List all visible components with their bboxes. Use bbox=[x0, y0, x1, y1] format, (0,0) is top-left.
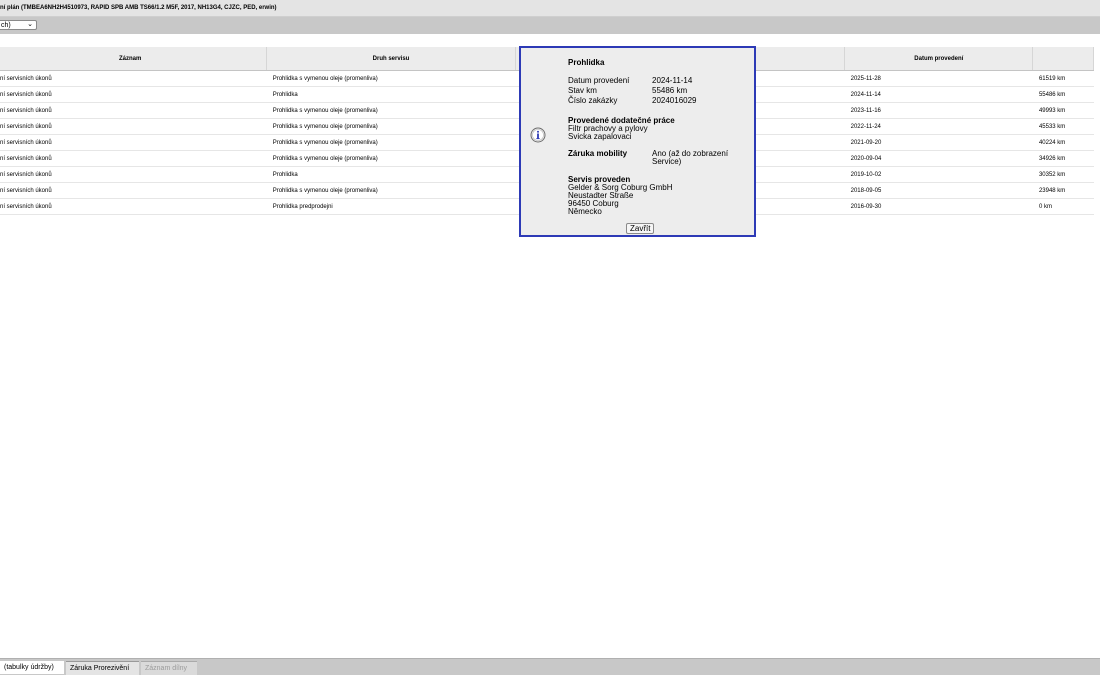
cell-km: 61519 km bbox=[1032, 70, 1094, 87]
cell-km: 45533 km bbox=[1032, 118, 1094, 135]
cell-date: 2020-09-04 bbox=[844, 150, 1033, 167]
cell-record: ní servisních úkonů bbox=[0, 86, 267, 103]
popup-title: Prohlidka bbox=[568, 58, 605, 67]
mobility-value-line2: Service) bbox=[652, 157, 682, 166]
km-label: Stav km bbox=[568, 86, 597, 95]
cell-record: ní servisních úkonů bbox=[0, 70, 267, 87]
toolbar: ch) ⌄ bbox=[0, 17, 1100, 34]
window-title: ní plán (TMBEA6NH2H4510973, RAPID SPB AM… bbox=[0, 0, 1100, 17]
extra-work-item: Svicka zapalovaci bbox=[568, 132, 632, 141]
cell-record: ní servisních úkonů bbox=[0, 134, 267, 151]
mobility-label: Záruka mobility bbox=[568, 149, 628, 158]
column-header-service-type[interactable]: Druh servisu bbox=[266, 47, 516, 71]
cell-km: 30352 km bbox=[1032, 166, 1094, 183]
order-value: 2024016029 bbox=[652, 96, 697, 105]
cell-date: 2019-10-02 bbox=[844, 166, 1033, 183]
cell-date: 2018-09-05 bbox=[844, 182, 1033, 199]
cell-service-type: Prohlidka predprodejni bbox=[266, 198, 516, 215]
info-icon bbox=[530, 127, 546, 143]
cell-record: ní servisních úkonů bbox=[0, 102, 267, 119]
cell-record: ní servisních úkonů bbox=[0, 150, 267, 167]
cell-date: 2023-11-16 bbox=[844, 102, 1033, 119]
cell-service-type: Prohlidka s vymenou oleje (promenliva) bbox=[266, 182, 516, 199]
date-value: 2024-11-14 bbox=[652, 76, 693, 85]
cell-record: ní servisních úkonů bbox=[0, 118, 267, 135]
tab-corrosion-warranty[interactable]: Záruka Prorezivění bbox=[66, 661, 140, 675]
cell-service-type: Prohlidka bbox=[266, 86, 516, 103]
close-button[interactable]: Zavřít bbox=[626, 223, 655, 234]
cell-km: 49993 km bbox=[1032, 102, 1094, 119]
km-value: 55486 km bbox=[652, 86, 688, 95]
order-label: Číslo zakázky bbox=[568, 96, 618, 105]
cell-date: 2024-11-14 bbox=[844, 86, 1033, 103]
cell-date: 2021-09-20 bbox=[844, 134, 1033, 151]
cell-date: 2016-09-30 bbox=[844, 198, 1033, 215]
cell-date: 2025-11-28 bbox=[844, 70, 1033, 87]
cell-service-type: Prohlidka s vymenou oleje (promenliva) bbox=[266, 134, 516, 151]
column-header-km[interactable] bbox=[1032, 47, 1094, 71]
column-header-record[interactable]: Záznam bbox=[0, 47, 268, 71]
cell-km: 55486 km bbox=[1032, 86, 1094, 103]
cell-km: 40224 km bbox=[1032, 134, 1094, 151]
service-line: Německo bbox=[568, 207, 602, 216]
cell-record: ní servisních úkonů bbox=[0, 182, 267, 199]
tab-maintenance-tables[interactable]: (tabulky údržby) bbox=[0, 661, 64, 674]
chevron-down-icon: ⌄ bbox=[27, 21, 33, 28]
cell-record: ní servisních úkonů bbox=[0, 166, 267, 183]
date-label: Datum provedení bbox=[568, 76, 630, 85]
cell-service-type: Prohlidka bbox=[266, 166, 516, 183]
cell-service-type: Prohlidka s vymenou oleje (promenliva) bbox=[266, 150, 516, 167]
filter-select[interactable]: ch) ⌄ bbox=[0, 20, 37, 30]
cell-record: ní servisních úkonů bbox=[0, 198, 267, 215]
column-header-date[interactable]: Datum provedení bbox=[844, 47, 1034, 71]
cell-date: 2022-11-24 bbox=[844, 118, 1033, 135]
cell-km: 0 km bbox=[1032, 198, 1094, 215]
cell-service-type: Prohlidka s vymenou oleje (promenliva) bbox=[266, 70, 516, 87]
cell-km: 34926 km bbox=[1032, 150, 1094, 167]
filter-select-value: ch) bbox=[1, 22, 11, 29]
bottom-tab-bar: (tabulky údržby) Záruka Prorezivění Zázn… bbox=[0, 658, 1100, 675]
cell-km: 23948 km bbox=[1032, 182, 1094, 199]
cell-service-type: Prohlidka s vymenou oleje (promenliva) bbox=[266, 118, 516, 135]
tab-workshop-record[interactable]: Záznam dílny bbox=[141, 661, 198, 675]
cell-service-type: Prohlidka s vymenou oleje (promenliva) bbox=[266, 102, 516, 119]
service-detail-popup: Prohlidka Datum provedení 2024-11-14 Sta… bbox=[519, 46, 756, 237]
